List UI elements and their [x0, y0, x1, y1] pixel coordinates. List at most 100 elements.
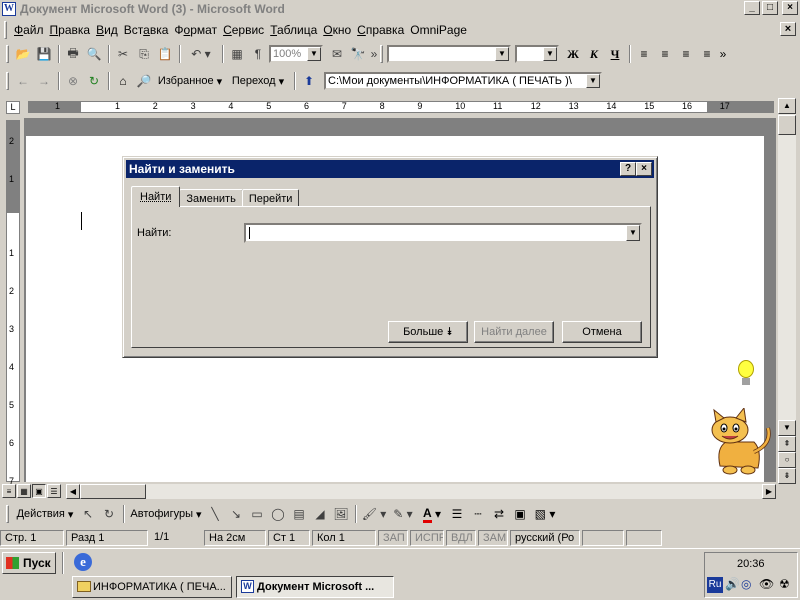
cut-icon[interactable]: ✂: [113, 44, 133, 64]
hscroll-thumb[interactable]: [80, 484, 146, 499]
find-input[interactable]: ▼: [244, 223, 642, 243]
copy-icon[interactable]: ⎘: [134, 44, 154, 64]
forward-arrow-icon[interactable]: →: [34, 71, 54, 91]
oval-icon[interactable]: ◯: [268, 504, 288, 524]
paste-icon[interactable]: 📋: [155, 44, 175, 64]
select-objects-icon[interactable]: ↖: [78, 504, 98, 524]
menu-help[interactable]: Справка: [354, 21, 407, 39]
minimize-button[interactable]: _: [744, 1, 760, 15]
align-center-icon[interactable]: ≡: [655, 44, 675, 64]
internet-explorer-icon[interactable]: e: [74, 553, 92, 571]
arrow-style-icon[interactable]: ⇄: [489, 504, 509, 524]
select-browse-object-icon[interactable]: ○: [778, 452, 796, 468]
wordart-icon[interactable]: ◢: [310, 504, 330, 524]
line-icon[interactable]: ╲: [205, 504, 225, 524]
textbox-icon[interactable]: ▤: [289, 504, 309, 524]
shadow-icon[interactable]: ▣: [510, 504, 530, 524]
tray-network-icon[interactable]: ☢: [779, 577, 790, 591]
menu-omnipage[interactable]: OmniPage: [407, 21, 470, 39]
dialog-titlebar[interactable]: Найти и заменить ? ×: [126, 160, 654, 178]
next-page-icon[interactable]: ⇟: [778, 468, 796, 484]
menu-tools[interactable]: Сервис: [220, 21, 267, 39]
rectangle-icon[interactable]: ▭: [247, 504, 267, 524]
document-close-button[interactable]: ×: [780, 22, 796, 36]
menu-view[interactable]: Вид: [93, 21, 121, 39]
menu-table[interactable]: Таблица: [267, 21, 320, 39]
tab-goto[interactable]: Перейти: [241, 189, 300, 207]
menu-file[interactable]: Файл: [11, 21, 47, 39]
tray-eye-icon[interactable]: 👁: [759, 577, 774, 591]
normal-view-icon[interactable]: ≡: [2, 484, 16, 498]
tray-app-icon[interactable]: ◎: [741, 577, 751, 591]
align-right-icon[interactable]: ≡: [676, 44, 696, 64]
chevron-down-icon[interactable]: ▼: [495, 47, 509, 61]
undo-icon[interactable]: ↶ ▾: [184, 44, 218, 64]
volume-icon[interactable]: 🔊: [725, 577, 740, 591]
lightbulb-icon[interactable]: [736, 360, 756, 390]
print-layout-icon[interactable]: ▣: [32, 484, 46, 498]
office-assistant-cat[interactable]: [696, 406, 776, 478]
print-icon[interactable]: 🖶: [63, 44, 83, 64]
previous-page-icon[interactable]: ⇞: [778, 436, 796, 452]
free-rotate-icon[interactable]: ↻: [99, 504, 119, 524]
status-trk[interactable]: ИСПР: [410, 530, 444, 546]
align-left-icon[interactable]: ≡: [634, 44, 654, 64]
refresh-icon[interactable]: ↻: [84, 71, 104, 91]
task-word-document[interactable]: W Документ Microsoft ...: [236, 576, 394, 598]
show-web-toolbar-icon[interactable]: ⬆: [299, 71, 319, 91]
line-color-icon[interactable]: ✎ ▾: [389, 504, 417, 524]
style-combo[interactable]: ▼: [387, 45, 511, 63]
scroll-right-icon[interactable]: ▶: [762, 484, 776, 499]
menu-window[interactable]: Окно: [320, 21, 354, 39]
task-informatika[interactable]: ИНФОРМАТИКА ( ПЕЧА...: [72, 576, 232, 598]
menu-format[interactable]: Формат: [171, 21, 220, 39]
chevron-down-icon[interactable]: ▼: [543, 47, 557, 61]
status-rec[interactable]: ЗАП: [378, 530, 408, 546]
arrow-icon[interactable]: ↘: [226, 504, 246, 524]
address-combo[interactable]: C:\Мои документы\ИНФОРМАТИКА ( ПЕЧАТЬ )\…: [324, 72, 602, 90]
outline-view-icon[interactable]: ☰: [47, 484, 61, 498]
chevron-down-icon[interactable]: ▼: [586, 74, 600, 88]
font-size-combo[interactable]: ▼: [515, 45, 559, 63]
scroll-thumb[interactable]: [778, 115, 796, 135]
binoculars-icon[interactable]: 🔭: [348, 44, 368, 64]
tab-find[interactable]: Найти: [131, 186, 181, 207]
overflow-chevron-icon[interactable]: »: [718, 44, 728, 64]
underline-button[interactable]: Ч: [605, 44, 625, 64]
fill-color-icon[interactable]: 🖌 ▾: [360, 504, 388, 524]
menu-edit[interactable]: Правка: [47, 21, 94, 39]
maximize-button[interactable]: □: [762, 1, 778, 15]
autoshapes-menu[interactable]: Автофигуры ▾: [128, 504, 204, 524]
close-button[interactable]: ×: [782, 1, 798, 15]
status-ext[interactable]: ВДЛ: [446, 530, 476, 546]
hscroll-track[interactable]: ◀ ▶: [66, 484, 776, 499]
tab-selector[interactable]: L: [6, 101, 20, 114]
vertical-scrollbar[interactable]: ▲ ▼ ⇞ ○ ⇟: [778, 98, 796, 484]
tab-replace[interactable]: Заменить: [179, 189, 243, 207]
search-web-icon[interactable]: 🔎: [134, 71, 154, 91]
line-style-icon[interactable]: ☰: [447, 504, 467, 524]
goto-menu[interactable]: Переход ▾: [226, 71, 290, 91]
dialog-close-button[interactable]: ×: [636, 162, 652, 176]
overflow-chevron-icon[interactable]: »: [369, 44, 379, 64]
stop-icon[interactable]: ⊗: [63, 71, 83, 91]
menu-insert[interactable]: Вставка: [121, 21, 172, 39]
back-arrow-icon[interactable]: ←: [13, 71, 33, 91]
help-button[interactable]: ?: [620, 162, 636, 176]
menu-grip[interactable]: [4, 21, 7, 39]
3d-icon[interactable]: ▧ ▾: [531, 504, 559, 524]
home-icon[interactable]: ⌂: [113, 71, 133, 91]
table-icon[interactable]: ▦: [227, 44, 247, 64]
cancel-button[interactable]: Отмена: [562, 321, 642, 343]
clock[interactable]: 20:36: [737, 558, 765, 570]
print-preview-icon[interactable]: 🔍: [84, 44, 104, 64]
find-next-button[interactable]: Найти далее: [474, 321, 554, 343]
font-color-icon[interactable]: A ▾: [418, 504, 446, 524]
favorites-menu[interactable]: Избранное ▾: [155, 71, 225, 91]
zoom-combo[interactable]: 100% ▼: [269, 45, 323, 63]
pilcrow-icon[interactable]: ¶: [248, 44, 268, 64]
more-button[interactable]: Больше ⯯: [388, 321, 468, 343]
italic-button[interactable]: К: [584, 44, 604, 64]
dash-style-icon[interactable]: ┄: [468, 504, 488, 524]
start-button[interactable]: Пуск: [2, 552, 56, 574]
